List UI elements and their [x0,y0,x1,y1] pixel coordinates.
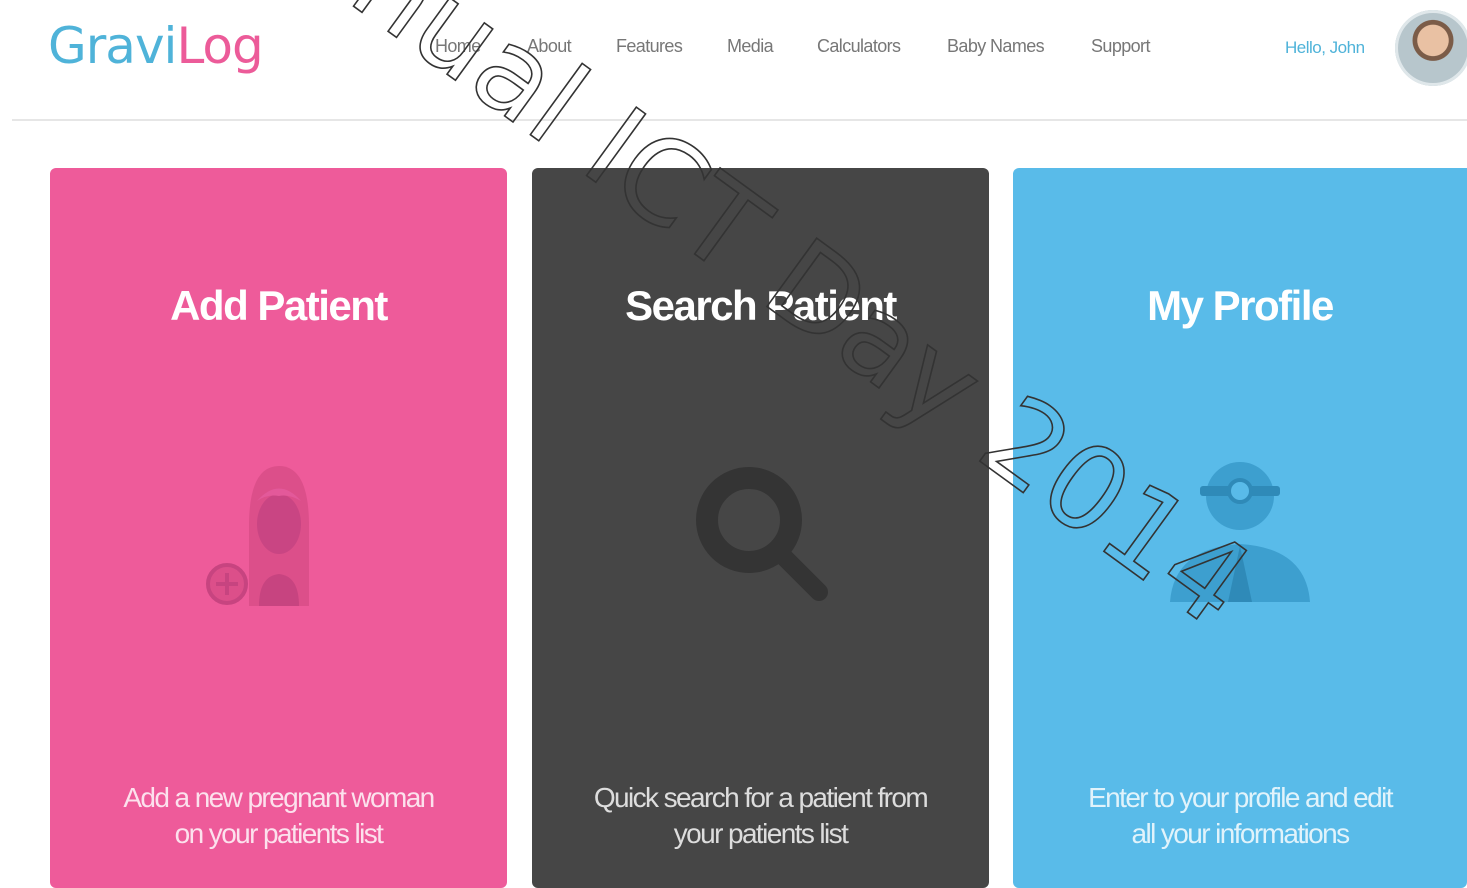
card-description-line-2: on your patients list [174,818,384,849]
card-description: Enter to your profile and edit all your … [1053,780,1427,852]
nav-home[interactable]: Home [435,36,481,57]
nav-calculators[interactable]: Calculators [817,36,901,57]
site-header: GraviLog Home About Features Media Calcu… [0,0,1467,96]
card-description-line-2: all your informations [1131,818,1351,849]
doctor-icon [1170,462,1310,602]
gravilog-logo[interactable]: GraviLog [48,16,264,76]
card-description-line-1: Add a new pregnant woman [123,782,435,813]
card-description-line-1: Enter to your profile and edit [1088,782,1393,813]
nav-media[interactable]: Media [727,36,774,57]
card-title: Add Patient [170,282,388,329]
card-description-line-2: your patients list [673,818,849,849]
nav-features[interactable]: Features [616,36,683,57]
header-divider [12,119,1467,121]
nav-about[interactable]: About [527,36,572,57]
magnifier-icon [695,467,828,601]
user-greeting[interactable]: Hello, John [1285,38,1365,58]
card-description: Quick search for a patient from your pat… [572,780,949,852]
my-profile-card[interactable]: My Profile Enter to your profile and edi… [1013,168,1467,888]
logo-text-gravi: Gravi [48,17,177,75]
nav-support[interactable]: Support [1091,36,1150,57]
avatar[interactable] [1395,10,1467,86]
logo-text-log: Log [176,17,263,75]
card-description: Add a new pregnant woman on your patient… [90,780,467,852]
card-title: Search Patient [625,282,897,329]
card-description-line-1: Quick search for a patient from [593,782,929,813]
woman-add-icon [205,466,309,606]
nav-baby-names[interactable]: Baby Names [947,36,1045,57]
add-patient-card[interactable]: Add Patient Add a new pregnant woman on … [50,168,507,888]
card-title: My Profile [1147,282,1334,329]
search-patient-card[interactable]: Search Patient Quick search for a patien… [532,168,989,888]
